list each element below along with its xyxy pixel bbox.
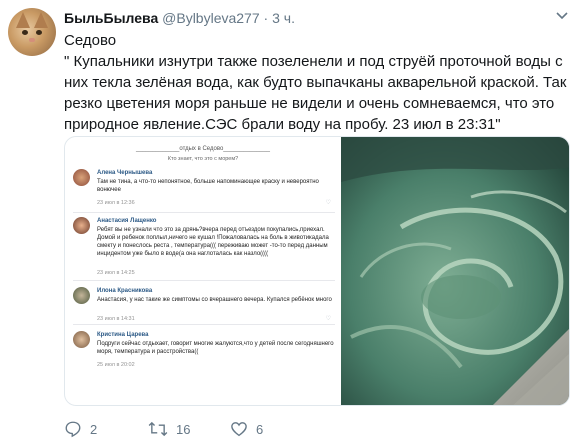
reply-count: 2 <box>90 421 98 437</box>
cat-nose <box>29 38 35 42</box>
vk-question: Кто знает, что это с морем? <box>167 156 239 162</box>
vk-group-header: _____________отдых в Седово_____________… <box>135 146 271 152</box>
vk-comment-text: Анастасия, у нас такие же симптомы со вч… <box>97 297 332 303</box>
vk-author: Алена Чернышева <box>97 170 153 176</box>
retweet-icon <box>148 421 168 437</box>
vk-screenshot-image[interactable]: _____________отдых в Седово_____________… <box>65 137 341 405</box>
separator-dot: · <box>263 10 269 26</box>
like-count: 6 <box>256 421 264 437</box>
chevron-down-icon[interactable] <box>556 12 568 20</box>
retweet-button[interactable]: 16 <box>148 418 190 440</box>
user-handle[interactable]: @Bylbyleva277 <box>162 10 260 26</box>
tweet-text-body: " Купальники изнутри также позеленели и … <box>64 53 567 133</box>
tweet-media[interactable]: _____________отдых в Седово_____________… <box>64 136 570 406</box>
heart-icon <box>231 422 247 437</box>
vk-comment-text: Там не тина, а что-то непонятное, больше… <box>97 179 319 193</box>
cat-ear-right <box>34 12 48 28</box>
vk-author: Илона Красникова <box>97 288 153 294</box>
heart-icon: ♡ <box>325 316 331 322</box>
tweet-text-line1: Седово <box>64 32 117 49</box>
like-button[interactable]: 6 <box>230 418 263 440</box>
tweet-timestamp[interactable]: 3 ч. <box>272 10 295 26</box>
tweet-actions: 2 16 6 <box>64 418 464 440</box>
vk-post: Анастасия Лащенко Ребят вы не узнали что… <box>73 217 335 281</box>
vk-date: 23 июл в 14:31 <box>97 316 135 322</box>
vk-author: Анастасия Лащенко <box>97 218 157 224</box>
heart-icon: ♡ <box>325 200 331 206</box>
sea-photo-drawing <box>341 137 569 405</box>
vk-date: 25 июл в 20:02 <box>97 362 135 368</box>
vk-date: 23 июл в 14:25 <box>97 270 135 276</box>
vk-avatar <box>73 331 90 348</box>
reply-button[interactable]: 2 <box>64 418 97 440</box>
vk-comment-text: Подруги сейчас отдыхает, говорит многие … <box>97 341 334 355</box>
green-sea-photo[interactable] <box>341 137 569 405</box>
vk-post: Алена Чернышева Там не тина, а что-то не… <box>73 169 335 213</box>
vk-avatar <box>73 169 90 186</box>
cat-eye-left <box>22 30 28 35</box>
vk-author: Кристина Царева <box>97 332 149 338</box>
cat-eye-right <box>36 30 42 35</box>
cat-ear-left <box>16 12 30 28</box>
avatar[interactable] <box>8 8 56 56</box>
tweet-header: БыльБылева @Bylbyleva277 · 3 ч. <box>64 10 295 26</box>
vk-post: Кристина Царева Подруги сейчас отдыхает,… <box>73 331 335 377</box>
vk-date: 23 июл в 12:36 <box>97 200 135 206</box>
display-name[interactable]: БыльБылева <box>64 10 158 26</box>
vk-avatar <box>73 287 90 304</box>
vk-avatar <box>73 217 90 234</box>
vk-comment-text: Ребят вы не узнали что это за дрянь?вчер… <box>97 227 329 257</box>
tweet-text: Седово " Купальники изнутри также позеле… <box>64 30 570 135</box>
vk-post: Илона Красникова Анастасия, у нас такие … <box>73 287 335 325</box>
reply-icon <box>65 421 81 438</box>
tweet-card: БыльБылева @Bylbyleva277 · 3 ч. Седово "… <box>0 0 578 447</box>
retweet-count: 16 <box>176 421 191 437</box>
